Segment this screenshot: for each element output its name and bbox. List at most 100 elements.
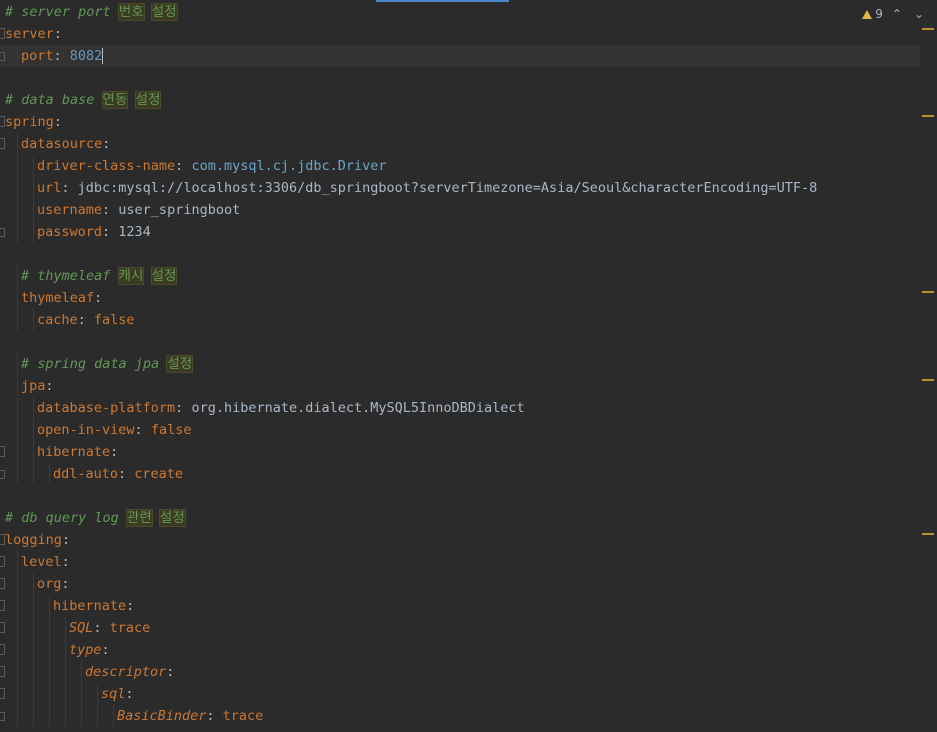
- yaml-key: hibernate: [53, 598, 127, 614]
- typo-highlight[interactable]: 관련: [125, 509, 153, 527]
- code-line[interactable]: datasource:: [0, 133, 920, 155]
- code-line[interactable]: # db query log 관련 설정: [0, 507, 920, 529]
- yaml-key: sql: [101, 686, 126, 702]
- yaml-comment: # server port: [5, 4, 119, 20]
- indent-guide: [17, 155, 18, 177]
- typo-highlight[interactable]: 설정: [166, 355, 194, 373]
- code-line[interactable]: spring:: [0, 111, 920, 133]
- code-line[interactable]: open-in-view: false: [0, 419, 920, 441]
- typo-highlight[interactable]: 설정: [158, 509, 186, 527]
- indent-guide: [17, 551, 18, 573]
- fold-open-icon[interactable]: [0, 138, 5, 149]
- code-line[interactable]: hibernate:: [0, 595, 920, 617]
- yaml-comment: # data base: [5, 92, 103, 108]
- fold-open-icon[interactable]: [0, 446, 5, 457]
- fold-open-icon[interactable]: [0, 556, 5, 567]
- yaml-value: create: [134, 466, 184, 482]
- scrollbar-warning-marker[interactable]: [922, 115, 934, 117]
- code-line[interactable]: [0, 67, 920, 89]
- fold-open-icon[interactable]: [0, 688, 5, 699]
- code-line[interactable]: # spring data jpa 설정: [0, 353, 920, 375]
- code-line[interactable]: cache: false: [0, 309, 920, 331]
- yaml-colon: :: [175, 400, 192, 416]
- code-line[interactable]: jpa:: [0, 375, 920, 397]
- line-content: # spring data jpa 설정: [21, 353, 194, 375]
- indent-guide: [33, 705, 34, 727]
- yaml-colon: :: [61, 576, 70, 592]
- yaml-colon: :: [206, 708, 223, 724]
- fold-open-icon[interactable]: [0, 666, 5, 677]
- indent-guide: [33, 155, 34, 177]
- code-line[interactable]: logging:: [0, 529, 920, 551]
- fold-close-icon[interactable]: [0, 470, 5, 479]
- fold-open-icon[interactable]: [0, 600, 5, 611]
- yaml-colon: :: [61, 532, 71, 548]
- code-line[interactable]: # server port 번호 설정: [0, 1, 920, 23]
- yaml-value: trace: [109, 620, 151, 636]
- scrollbar-warning-marker[interactable]: [922, 28, 934, 30]
- yaml-value: 8082: [69, 48, 103, 64]
- fold-close-icon[interactable]: [0, 52, 5, 61]
- code-line[interactable]: [0, 485, 920, 507]
- code-line[interactable]: username: user_springboot: [0, 199, 920, 221]
- typo-highlight[interactable]: 연동: [101, 91, 129, 109]
- yaml-comment: # db query log: [5, 510, 127, 526]
- fold-open-icon[interactable]: [0, 644, 5, 655]
- fold-close-icon[interactable]: [0, 712, 5, 721]
- code-line[interactable]: level:: [0, 551, 920, 573]
- yaml-colon: :: [134, 422, 151, 438]
- code-line[interactable]: # thymeleaf 캐시 설정: [0, 265, 920, 287]
- code-line[interactable]: SQL: trace: [0, 617, 920, 639]
- code-line[interactable]: descriptor:: [0, 661, 920, 683]
- code-line[interactable]: org:: [0, 573, 920, 595]
- fold-open-icon[interactable]: [0, 578, 5, 589]
- code-line[interactable]: # data base 연동 설정: [0, 89, 920, 111]
- fold-open-icon[interactable]: [0, 622, 5, 633]
- code-line[interactable]: ddl-auto: create: [0, 463, 920, 485]
- yaml-comment: # thymeleaf: [21, 268, 119, 284]
- line-content: logging:: [5, 529, 70, 551]
- code-line[interactable]: driver-class-name: com.mysql.cj.jdbc.Dri…: [0, 155, 920, 177]
- yaml-colon: :: [101, 642, 110, 658]
- yaml-key: SQL: [69, 620, 94, 636]
- typo-highlight[interactable]: 설정: [150, 267, 178, 285]
- indent-guide: [33, 639, 34, 661]
- yaml-value: com.mysql.cj.jdbc.Driver: [191, 158, 387, 174]
- code-line[interactable]: [0, 331, 920, 353]
- code-line[interactable]: type:: [0, 639, 920, 661]
- code-line[interactable]: BasicBinder: trace: [0, 705, 920, 727]
- scrollbar-warning-marker[interactable]: [922, 533, 934, 535]
- indent-guide: [17, 353, 18, 375]
- code-line[interactable]: [0, 243, 920, 265]
- code-line[interactable]: sql:: [0, 683, 920, 705]
- yaml-key: jpa: [21, 378, 46, 394]
- typo-highlight[interactable]: 캐시: [117, 267, 145, 285]
- typo-highlight[interactable]: 번호: [117, 3, 145, 21]
- code-lines[interactable]: # server port 번호 설정 server: port: 8082 # da…: [0, 1, 920, 727]
- fold-close-icon[interactable]: [0, 228, 5, 237]
- code-line[interactable]: hibernate:: [0, 441, 920, 463]
- line-content: cache: false: [37, 309, 135, 331]
- indent-guide: [97, 705, 98, 727]
- yaml-key: open-in-view: [37, 422, 135, 438]
- indent-guide: [33, 309, 34, 331]
- code-line[interactable]: database-platform: org.hibernate.dialect…: [0, 397, 920, 419]
- line-content: url: jdbc:mysql://localhost:3306/db_spri…: [37, 177, 817, 199]
- code-line[interactable]: password: 1234: [0, 221, 920, 243]
- code-line[interactable]: thymeleaf:: [0, 287, 920, 309]
- typo-highlight[interactable]: 설정: [134, 91, 162, 109]
- indent-guide: [65, 705, 66, 727]
- scrollbar-warning-marker[interactable]: [922, 291, 934, 293]
- yaml-key: hibernate: [37, 444, 111, 460]
- scrollbar-warning-marker[interactable]: [922, 379, 934, 381]
- indent-guide: [81, 683, 82, 705]
- line-content: port: 8082: [21, 45, 104, 67]
- yaml-editor[interactable]: 9 ⌃ ⌄ # server port 번호 설정 server: port: 80…: [0, 0, 937, 732]
- code-line[interactable]: server:: [0, 23, 920, 45]
- typo-highlight[interactable]: 설정: [150, 3, 178, 21]
- yaml-colon: :: [53, 48, 70, 64]
- yaml-value: 1234: [118, 224, 151, 240]
- code-line[interactable]: url: jdbc:mysql://localhost:3306/db_spri…: [0, 177, 920, 199]
- code-line[interactable]: port: 8082: [0, 45, 920, 67]
